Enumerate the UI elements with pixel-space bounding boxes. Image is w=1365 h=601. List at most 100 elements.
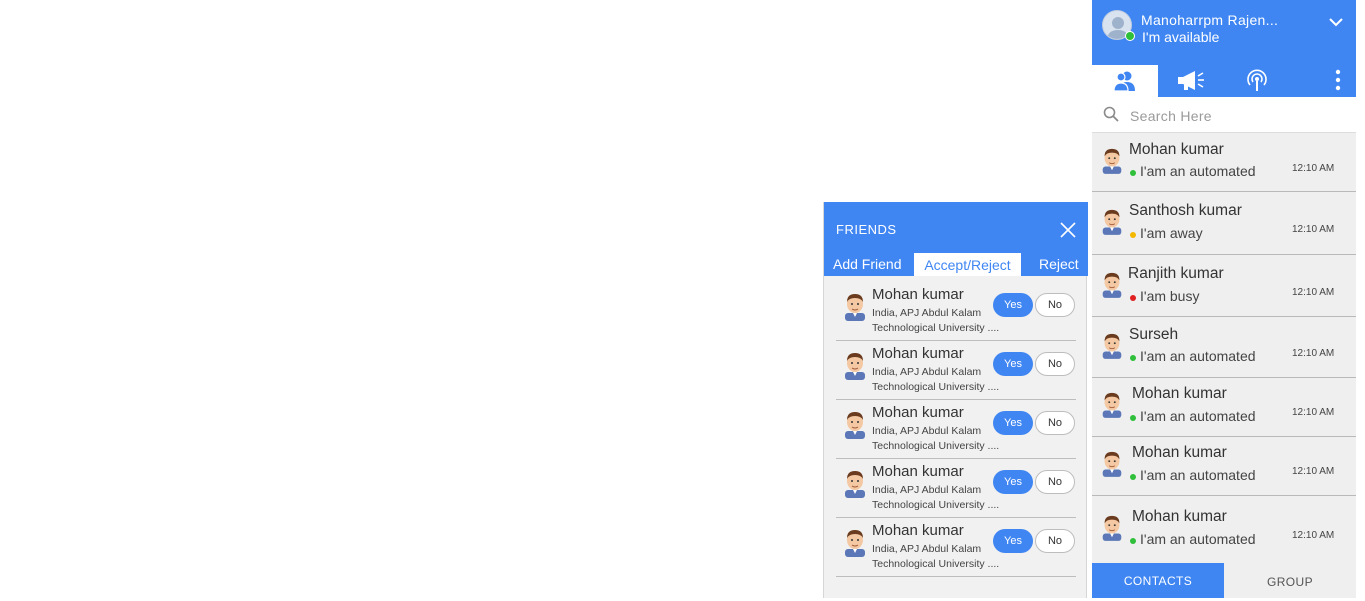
tab-contacts-footer[interactable]: CONTACTS (1092, 563, 1224, 598)
accept-button[interactable]: Yes (993, 470, 1033, 494)
friend-request-row: Mohan kumar India, APJ Abdul Kalam Techno… (836, 400, 1076, 459)
contact-time: 12:10 AM (1292, 530, 1335, 541)
avatar (845, 294, 865, 321)
request-institution: Technological University .... (872, 381, 1000, 393)
contact-status: I'am an automated (1140, 408, 1256, 424)
contact-list: Mohan kumar I'am an automated 12:10 AM S… (1092, 133, 1356, 563)
chevron-down-icon[interactable] (1328, 16, 1344, 28)
contact-time: 12:10 AM (1292, 224, 1335, 235)
accept-button[interactable]: Yes (993, 411, 1033, 435)
avatar (1102, 209, 1122, 235)
tab-broadcast[interactable] (1224, 65, 1290, 97)
request-institution: Technological University .... (872, 558, 1000, 570)
avatar (845, 530, 865, 557)
contact-time: 12:10 AM (1292, 466, 1335, 477)
status-dot (1130, 232, 1136, 238)
contact-item[interactable]: Mohan kumar I'am an automated 12:10 AM (1092, 378, 1356, 437)
search-bar (1092, 97, 1356, 133)
accept-button[interactable]: Yes (993, 529, 1033, 553)
request-location: India, APJ Abdul Kalam (872, 484, 982, 496)
more-options-icon[interactable] (1330, 68, 1346, 92)
request-name: Mohan kumar (872, 345, 964, 362)
tab-accept-reject[interactable]: Accept/Reject (913, 252, 1022, 276)
tab-contacts[interactable] (1092, 65, 1158, 97)
search-icon (1103, 106, 1119, 122)
contact-status: I'am away (1140, 225, 1203, 241)
tab-reject[interactable]: Reject (1039, 252, 1079, 276)
tab-group-footer[interactable]: GROUP (1224, 563, 1356, 598)
contact-name: Mohan kumar (1132, 444, 1227, 461)
request-details: India, APJ Abdul Kalam Technological Univ… (872, 483, 1006, 513)
avatar (1102, 148, 1122, 174)
request-details: India, APJ Abdul Kalam Technological Univ… (872, 365, 1006, 395)
contact-name: Surseh (1129, 326, 1179, 343)
request-name: Mohan kumar (872, 522, 964, 539)
panel-footer-tabs: CONTACTS GROUP (1092, 563, 1356, 598)
friends-tabs: Add Friend Accept/Reject Reject (824, 252, 1088, 276)
broadcast-icon (1247, 69, 1267, 91)
request-location: India, APJ Abdul Kalam (872, 543, 982, 555)
accept-button[interactable]: Yes (993, 352, 1033, 376)
contact-name: Mohan kumar (1132, 508, 1227, 525)
request-institution: Technological University .... (872, 322, 1000, 334)
avatar (845, 471, 865, 498)
status-dot (1130, 474, 1136, 480)
request-location: India, APJ Abdul Kalam (872, 307, 982, 319)
friend-request-row: Mohan kumar India, APJ Abdul Kalam Techno… (836, 282, 1076, 341)
friends-header: FRIENDS Add Friend Accept/Reject Reject (824, 202, 1088, 276)
avatar (1102, 515, 1122, 541)
friend-request-row: Mohan kumar India, APJ Abdul Kalam Techno… (836, 518, 1076, 577)
tab-announcements[interactable] (1158, 65, 1224, 97)
request-location: India, APJ Abdul Kalam (872, 425, 982, 437)
status-dot (1130, 170, 1136, 176)
friend-request-row: Mohan kumar India, APJ Abdul Kalam Techno… (836, 341, 1076, 400)
avatar (1102, 272, 1122, 298)
contact-time: 12:10 AM (1292, 287, 1335, 298)
reject-button[interactable]: No (1035, 352, 1075, 376)
contact-status: I'am an automated (1140, 467, 1256, 483)
panel-tabs (1092, 65, 1356, 97)
reject-button[interactable]: No (1035, 411, 1075, 435)
contact-item[interactable]: Mohan kumar I'am an automated 12:10 AM (1092, 437, 1356, 496)
user-name: Manoharrpm Rajen... (1141, 12, 1279, 28)
contact-status: I'am an automated (1140, 348, 1256, 364)
contact-name: Mohan kumar (1129, 141, 1224, 158)
friend-request-row: Mohan kumar India, APJ Abdul Kalam Techno… (836, 459, 1076, 518)
contacts-icon (1113, 71, 1135, 92)
status-dot (1130, 415, 1136, 421)
contact-name: Santhosh kumar (1129, 202, 1242, 219)
contact-item[interactable]: Mohan kumar I'am an automated 12:10 AM (1092, 496, 1356, 563)
request-location: India, APJ Abdul Kalam (872, 366, 982, 378)
user-status[interactable]: I'm available (1142, 29, 1219, 45)
status-dot (1130, 295, 1136, 301)
contact-time: 12:10 AM (1292, 163, 1335, 174)
friend-request-list: Mohan kumar India, APJ Abdul Kalam Techno… (836, 282, 1076, 577)
avatar (1102, 333, 1122, 359)
reject-button[interactable]: No (1035, 529, 1075, 553)
contact-item[interactable]: Mohan kumar I'am an automated 12:10 AM (1092, 133, 1356, 192)
status-dot (1130, 538, 1136, 544)
contact-item[interactable]: Ranjith kumar I'am busy 12:10 AM (1092, 255, 1356, 317)
request-details: India, APJ Abdul Kalam Technological Univ… (872, 542, 1006, 572)
avatar (1102, 451, 1122, 477)
request-details: India, APJ Abdul Kalam Technological Univ… (872, 424, 1006, 454)
avatar (845, 412, 865, 439)
request-name: Mohan kumar (872, 463, 964, 480)
friends-title: FRIENDS (836, 222, 897, 237)
avatar (1102, 392, 1122, 418)
close-icon[interactable] (1058, 220, 1078, 240)
request-name: Mohan kumar (872, 286, 964, 303)
contact-status: I'am busy (1140, 288, 1200, 304)
reject-button[interactable]: No (1035, 470, 1075, 494)
search-input[interactable] (1128, 105, 1347, 127)
contact-item[interactable]: Surseh I'am an automated 12:10 AM (1092, 317, 1356, 378)
megaphone-icon (1178, 71, 1204, 90)
contact-name: Mohan kumar (1132, 385, 1227, 402)
tab-add-friend[interactable]: Add Friend (833, 252, 901, 276)
contact-time: 12:10 AM (1292, 407, 1335, 418)
chat-side-panel: Manoharrpm Rajen... I'm available Mohan … (1092, 0, 1356, 598)
reject-button[interactable]: No (1035, 293, 1075, 317)
request-institution: Technological University .... (872, 499, 1000, 511)
accept-button[interactable]: Yes (993, 293, 1033, 317)
contact-item[interactable]: Santhosh kumar I'am away 12:10 AM (1092, 192, 1356, 255)
